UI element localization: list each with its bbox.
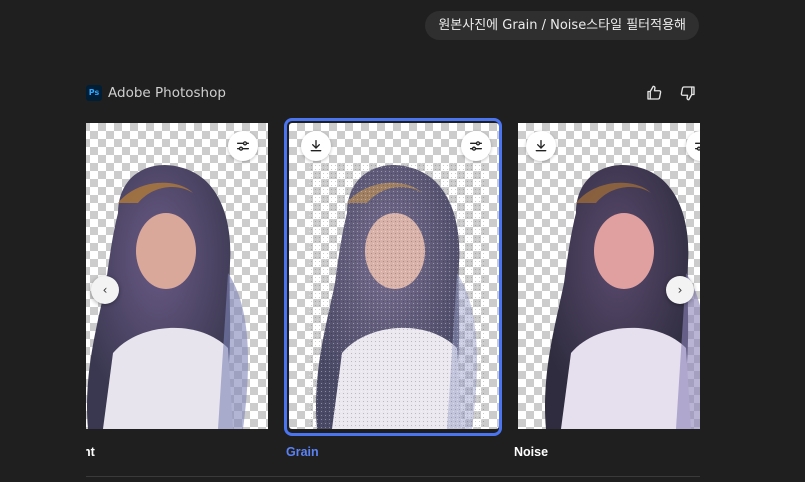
user-prompt-bubble: 원본사진에 Grain / Noise스타일 필터적용해 [425, 11, 699, 40]
download-icon [535, 140, 547, 152]
thumbs-down-icon [680, 86, 695, 101]
divider [86, 476, 700, 477]
portrait-image [309, 163, 484, 429]
app-attribution: Ps Adobe Photoshop [86, 85, 226, 101]
photoshop-logo-icon: Ps [86, 85, 102, 101]
sliders-icon [237, 141, 249, 151]
image-carousel: ‹ › [86, 117, 700, 437]
carousel-next-button[interactable]: › [666, 276, 694, 304]
thumbs-up-button[interactable] [645, 84, 663, 102]
portrait-image [87, 165, 248, 429]
result-card-2[interactable] [289, 123, 499, 429]
card-label-2[interactable]: Grain [286, 445, 319, 459]
download-icon [310, 140, 322, 152]
card-label-3[interactable]: Noise [514, 445, 548, 459]
result-card-3[interactable] [518, 123, 700, 429]
card-label-1[interactable]: ent [86, 445, 95, 459]
thumbs-down-button[interactable] [679, 84, 697, 102]
sliders-icon [695, 142, 700, 151]
app-name: Adobe Photoshop [108, 85, 226, 101]
thumbs-up-icon [647, 85, 662, 100]
adjust-button[interactable] [461, 131, 491, 161]
feedback-buttons [645, 84, 697, 102]
download-button[interactable] [526, 131, 556, 161]
user-prompt-text: 원본사진에 Grain / Noise스타일 필터적용해 [438, 18, 686, 33]
carousel-prev-button[interactable]: ‹ [91, 276, 119, 304]
adjust-button[interactable] [228, 131, 258, 161]
portrait-image [545, 165, 700, 429]
sliders-icon [470, 141, 482, 151]
download-button[interactable] [301, 131, 331, 161]
result-card-1[interactable] [86, 123, 268, 429]
card-labels: ent Grain Noise [86, 440, 700, 464]
